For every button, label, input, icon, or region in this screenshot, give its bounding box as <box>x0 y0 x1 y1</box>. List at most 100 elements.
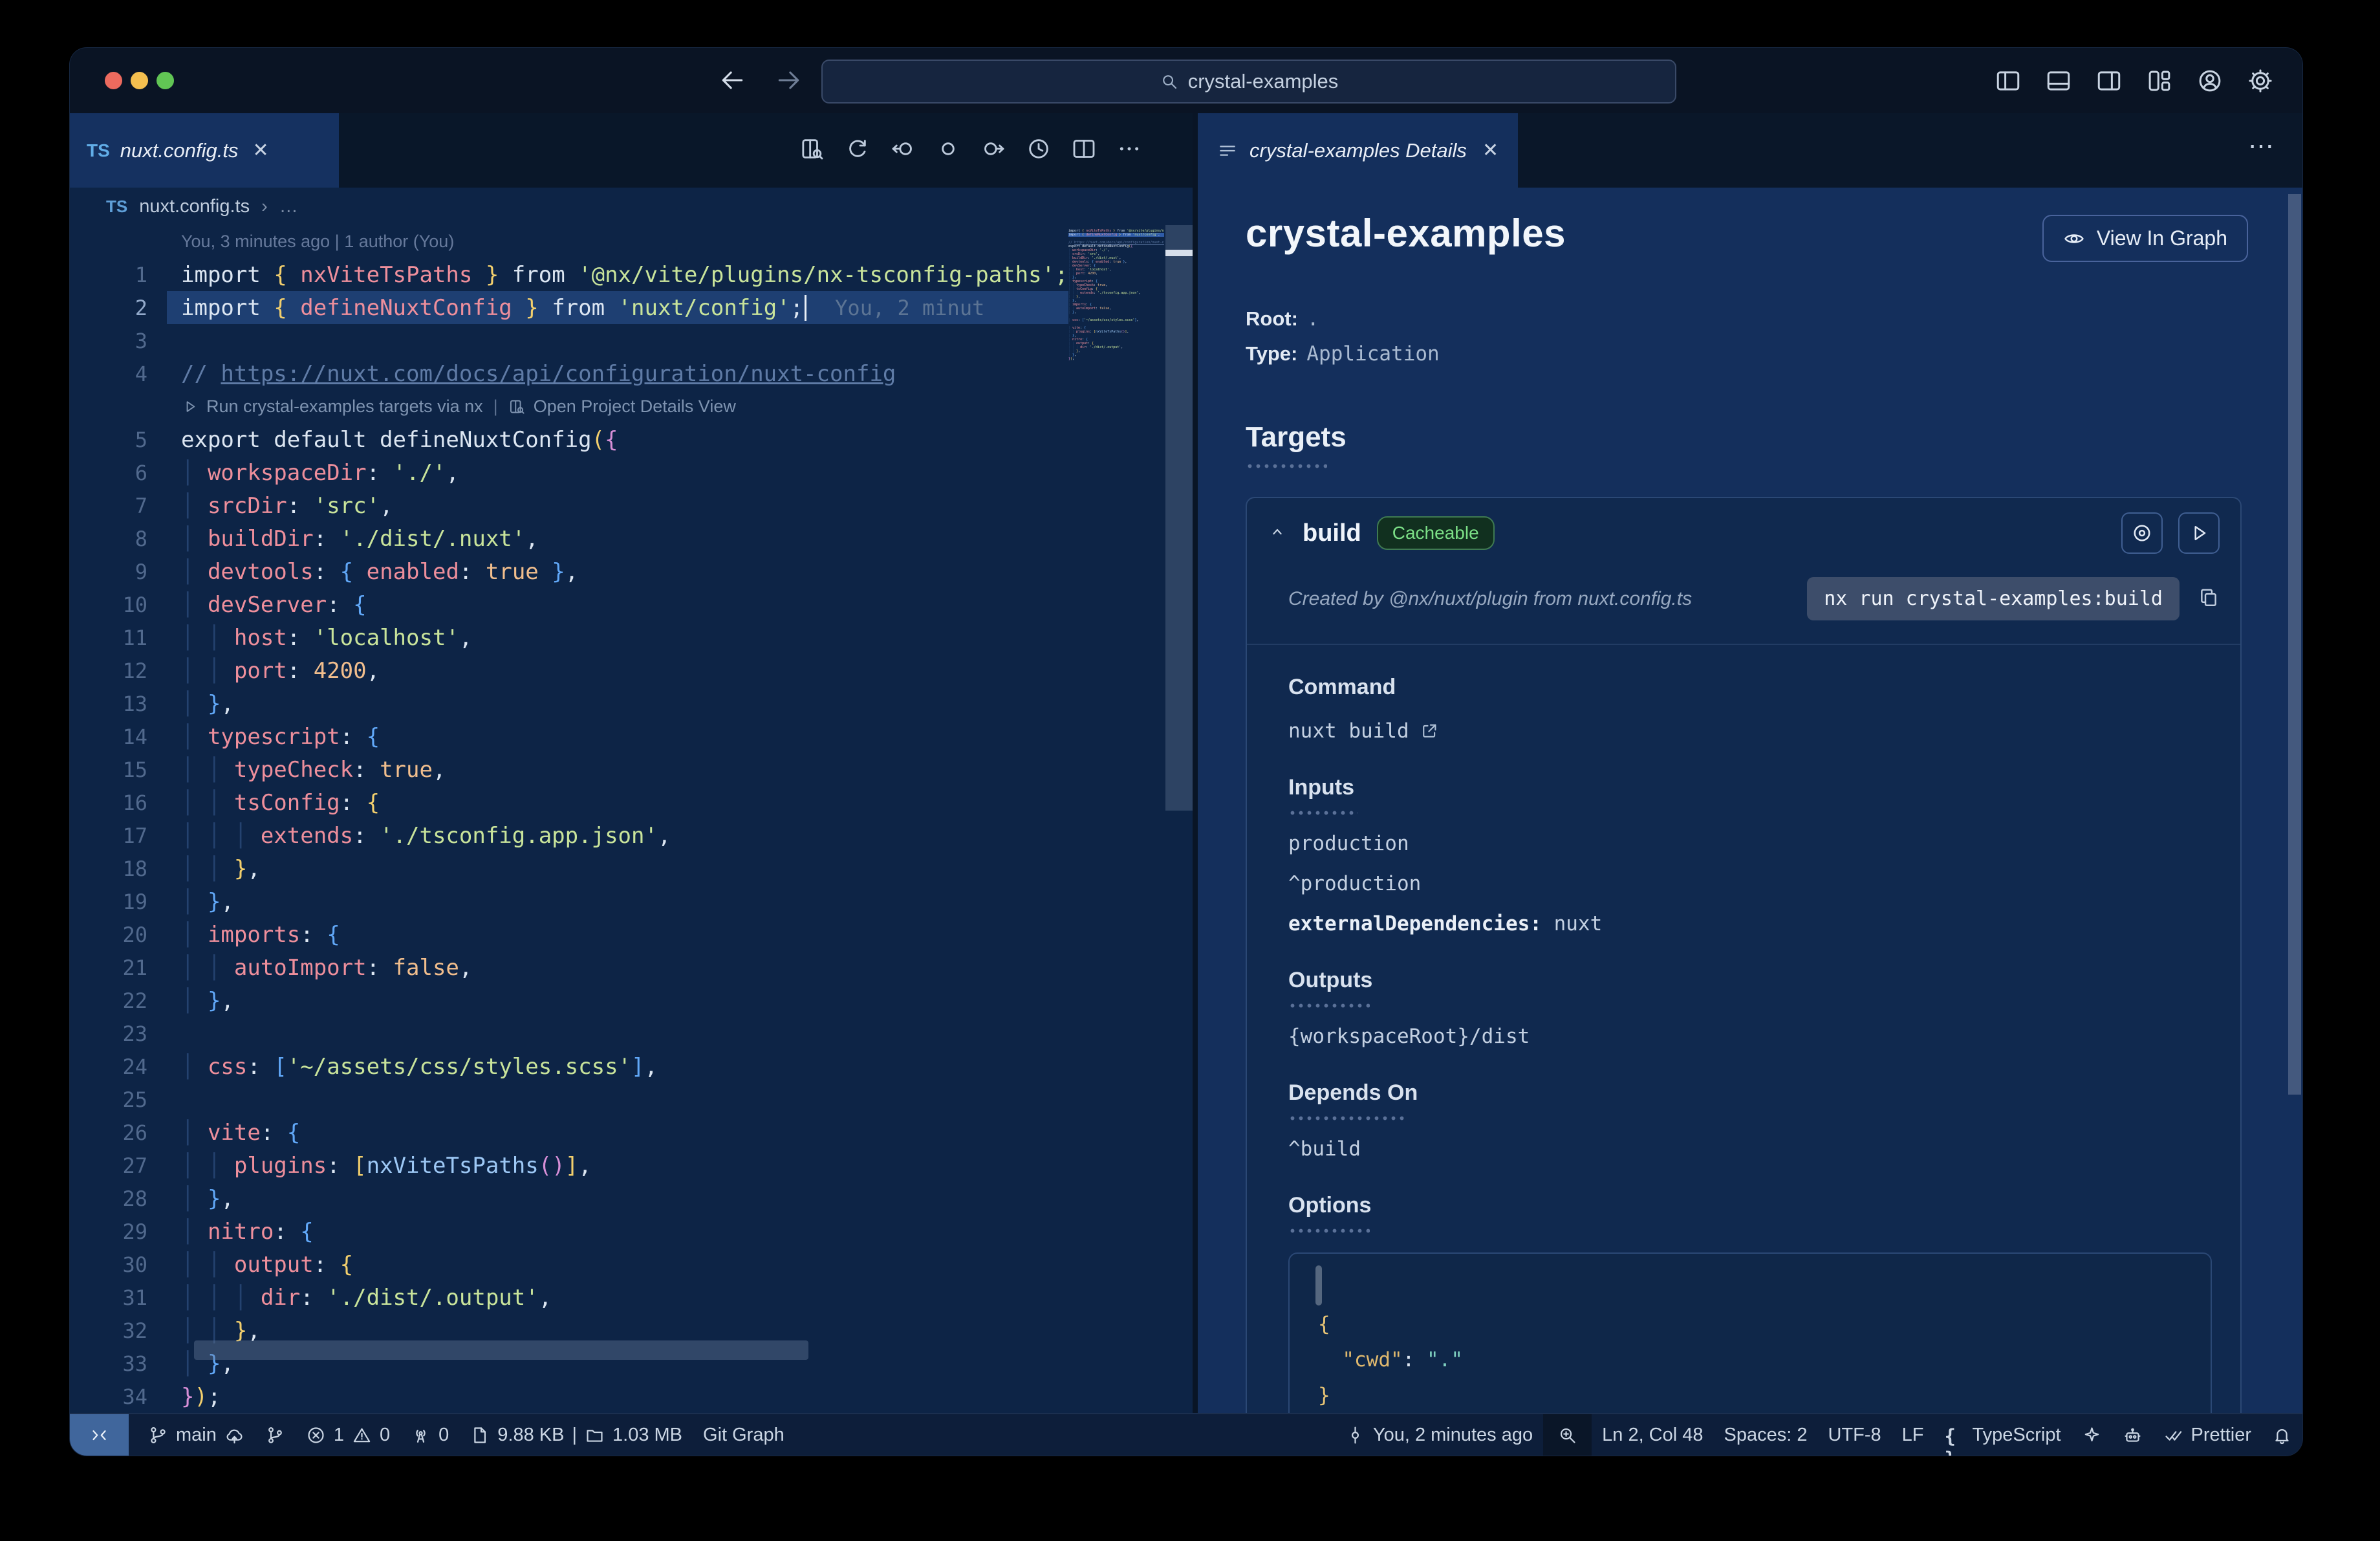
code-line: 34}); <box>70 1380 1068 1413</box>
chevron-up-icon[interactable] <box>1268 522 1287 545</box>
line-number: 19 <box>122 889 147 914</box>
open-details-action[interactable] <box>799 136 825 165</box>
line-number: 24 <box>122 1054 147 1079</box>
git-graph[interactable]: Git Graph <box>693 1414 795 1456</box>
warning-icon <box>352 1425 372 1445</box>
nav-forward-action[interactable] <box>980 136 1006 165</box>
refresh-action[interactable] <box>845 136 871 165</box>
editor-panel-divider[interactable] <box>1193 113 1198 1413</box>
extension-spark[interactable] <box>2072 1414 2112 1456</box>
git-blame[interactable]: You, 2 minutes ago <box>1335 1414 1543 1456</box>
nx-run-command-chip[interactable]: nx run crystal-examples:build <box>1807 577 2180 620</box>
problems[interactable]: 10 <box>296 1414 400 1456</box>
type-label: Type: <box>1246 342 1298 365</box>
nav-back-action[interactable] <box>890 136 916 165</box>
inputs-section: Inputs production ^production externalDep… <box>1288 775 2212 935</box>
panel-more-icon[interactable]: ⋯ <box>2248 131 2274 161</box>
nav-back-icon[interactable] <box>718 66 746 94</box>
options-json-box[interactable]: { "cwd": "."} <box>1288 1252 2212 1413</box>
tab-nuxt-config[interactable]: TS nuxt.config.ts ✕ <box>70 113 339 188</box>
command-center-search[interactable]: crystal-examples <box>821 60 1676 104</box>
encoding[interactable]: UTF-8 <box>1818 1414 1892 1456</box>
breadcrumb-separator: › <box>261 195 268 217</box>
ports[interactable]: 0 <box>400 1414 459 1456</box>
build-target-header[interactable]: build Cacheable <box>1247 498 2240 568</box>
account[interactable] <box>2192 65 2227 97</box>
codelens-run-link[interactable]: Run crystal-examples targets via nx <box>206 397 483 417</box>
file-sizes[interactable]: 9.88 KB | 1.03 MB <box>459 1414 693 1456</box>
tab-close-icon[interactable]: ✕ <box>252 139 268 162</box>
notifications[interactable] <box>2262 1414 2302 1456</box>
line-number: 10 <box>122 592 147 617</box>
layout-sidebar-right[interactable] <box>2092 65 2126 97</box>
type-row: Type: Application <box>1246 342 2248 366</box>
line-number: 29 <box>122 1219 147 1244</box>
line-number: 8 <box>135 526 147 551</box>
code-line: 12 │ │ port: 4200, <box>70 654 1068 687</box>
cursor-position[interactable]: Ln 2, Col 48 <box>1592 1414 1713 1456</box>
code-rows[interactable]: You, 3 minutes ago | 1 author (You) 1 impo… <box>70 225 1068 1413</box>
source-control-graph[interactable] <box>255 1414 296 1456</box>
layout-sidebar-left[interactable] <box>1991 65 2026 97</box>
close-traffic-light[interactable] <box>105 72 122 89</box>
search-icon <box>1160 72 1179 91</box>
line-number: 7 <box>135 493 147 518</box>
nav-forward-icon[interactable] <box>775 66 803 94</box>
remote-indicator[interactable] <box>70 1414 129 1456</box>
history-icon <box>1026 136 1052 162</box>
horizontal-scrollbar[interactable] <box>194 1340 808 1360</box>
code-line: 13 │ }, <box>70 687 1068 720</box>
minimap[interactable]: import { nxViteTsPaths } from '@nx/vite/… <box>1068 229 1164 397</box>
external-dependencies-label: externalDependencies: <box>1288 912 1542 935</box>
split-editor-action[interactable] <box>1071 136 1097 165</box>
line-number: 15 <box>122 757 147 782</box>
more-action[interactable] <box>1116 136 1142 165</box>
external-link-icon[interactable] <box>1420 721 1439 741</box>
spark-icon <box>2082 1425 2102 1445</box>
copy-command-button[interactable] <box>2198 586 2220 611</box>
breadcrumb-symbol[interactable]: … <box>279 196 298 217</box>
layout-panel[interactable] <box>2041 65 2076 97</box>
view-target-in-graph-button[interactable] <box>2121 512 2163 554</box>
language-mode[interactable]: { }TypeScript <box>1934 1414 2072 1456</box>
maximize-traffic-light[interactable] <box>157 72 174 89</box>
settings[interactable] <box>2243 65 2278 97</box>
panel-scrollbar[interactable] <box>2288 194 2301 1095</box>
command-section: Command nuxt build <box>1288 675 2212 743</box>
titlebar-icons <box>1991 65 2278 97</box>
copilot[interactable] <box>2112 1414 2153 1456</box>
indentation[interactable]: Spaces: 2 <box>1714 1414 1818 1456</box>
zoom-indicator[interactable] <box>1543 1414 1592 1456</box>
blame-row: You, 3 minutes ago | 1 author (You) <box>70 225 1068 258</box>
outputs-section: Outputs {workspaceRoot}/dist <box>1288 968 2212 1048</box>
minimize-traffic-light[interactable] <box>131 72 148 89</box>
breadcrumb-file[interactable]: nuxt.config.ts <box>139 196 250 217</box>
remote-icon <box>89 1425 109 1445</box>
screen: crystal-examples TS nuxt.config.ts ✕ TS … <box>0 0 2380 1541</box>
panel-tab-close-icon[interactable]: ✕ <box>1482 139 1498 162</box>
breadcrumb[interactable]: TS nuxt.config.ts › … <box>70 188 1198 225</box>
layout-grid[interactable] <box>2142 65 2177 97</box>
tab-project-details[interactable]: crystal-examples Details ✕ <box>1198 113 1519 188</box>
editor-actions <box>799 113 1142 188</box>
nav-dot-action[interactable] <box>935 136 961 165</box>
run-target-button[interactable] <box>2178 512 2220 554</box>
inputs-heading: Inputs <box>1288 775 1354 800</box>
title-bar: crystal-examples <box>70 48 2302 113</box>
eol[interactable]: LF <box>1892 1414 1934 1456</box>
tower-icon <box>411 1425 431 1445</box>
view-in-graph-button[interactable]: View In Graph <box>2042 215 2248 262</box>
line-number: 32 <box>122 1318 147 1343</box>
line-number: 25 <box>122 1087 147 1112</box>
prettier[interactable]: Prettier <box>2153 1414 2262 1456</box>
command-value-row[interactable]: nuxt build <box>1288 719 2212 743</box>
open-details-icon <box>508 398 526 415</box>
line-number: 20 <box>122 922 147 947</box>
code-editor[interactable]: TS nuxt.config.ts › … You, 3 minutes ago… <box>70 188 1198 1413</box>
git-branch[interactable]: main <box>138 1414 255 1456</box>
line-number: 23 <box>122 1021 147 1046</box>
codelens-open-details-link[interactable]: Open Project Details View <box>534 397 736 417</box>
root-label: Root: <box>1246 307 1298 330</box>
editor-scrollbar[interactable] <box>1165 225 1193 811</box>
history-action[interactable] <box>1026 136 1052 165</box>
